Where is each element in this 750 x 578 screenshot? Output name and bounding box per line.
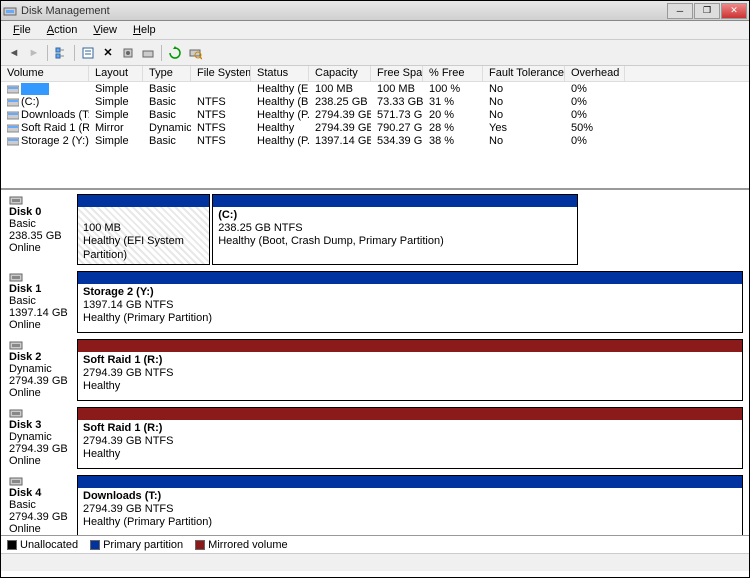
volume-row[interactable]: SimpleBasicHealthy (E...100 MB100 MB100 …	[1, 82, 749, 95]
volume-list[interactable]: Volume Layout Type File System Status Ca…	[1, 66, 749, 190]
volume-row[interactable]: Downloads (T:)SimpleBasicNTFSHealthy (P.…	[1, 108, 749, 121]
legend-primary: Primary partition	[90, 539, 183, 551]
rescan-icon[interactable]	[186, 44, 204, 62]
disk-row[interactable]: Disk 0Basic238.35 GBOnline100 MBHealthy …	[7, 192, 743, 265]
titlebar[interactable]: Disk Management ─ ❐ ✕	[1, 1, 749, 21]
disk-row[interactable]: Disk 1Basic1397.14 GBOnlineStorage 2 (Y:…	[7, 269, 743, 333]
col-ft[interactable]: Fault Tolerance	[483, 66, 565, 81]
disk-row[interactable]: Disk 4Basic2794.39 GBOnlineDownloads (T:…	[7, 473, 743, 535]
menu-file[interactable]: File	[5, 22, 39, 38]
action-icon[interactable]	[139, 44, 157, 62]
minimize-button[interactable]: ─	[667, 3, 693, 19]
legend-unallocated: Unallocated	[7, 539, 78, 551]
volume-row[interactable]: Storage 2 (Y:)SimpleBasicNTFSHealthy (P.…	[1, 134, 749, 147]
legend-mirror: Mirrored volume	[195, 539, 287, 551]
menu-help[interactable]: Help	[125, 22, 164, 38]
settings-icon[interactable]	[119, 44, 137, 62]
refresh-tree-icon[interactable]	[52, 44, 70, 62]
disk-row[interactable]: Disk 3Dynamic2794.39 GBOnlineSoft Raid 1…	[7, 405, 743, 469]
partition[interactable]: Soft Raid 1 (R:)2794.39 GB NTFSHealthy	[77, 339, 743, 401]
menu-action[interactable]: Action	[39, 22, 86, 38]
partition[interactable]: 100 MBHealthy (EFI System Partition)	[77, 194, 210, 265]
app-icon	[3, 4, 17, 18]
col-layout[interactable]: Layout	[89, 66, 143, 81]
col-capacity[interactable]: Capacity	[309, 66, 371, 81]
volume-row[interactable]: (C:)SimpleBasicNTFSHealthy (B...238.25 G…	[1, 95, 749, 108]
close-button[interactable]: ✕	[721, 3, 747, 19]
disk-label: Disk 4Basic2794.39 GBOnline	[7, 473, 77, 535]
menubar: File Action View Help	[1, 21, 749, 40]
partition[interactable]: (C:)238.25 GB NTFSHealthy (Boot, Crash D…	[212, 194, 578, 265]
col-type[interactable]: Type	[143, 66, 191, 81]
col-volume[interactable]: Volume	[1, 66, 89, 81]
back-button[interactable]: ◄	[5, 44, 23, 62]
disk-label: Disk 2Dynamic2794.39 GBOnline	[7, 337, 77, 401]
statusbar	[1, 553, 749, 571]
disk-graphical-view[interactable]: Disk 0Basic238.35 GBOnline100 MBHealthy …	[1, 190, 749, 535]
partition[interactable]: Soft Raid 1 (R:)2794.39 GB NTFSHealthy	[77, 407, 743, 469]
disk-label: Disk 1Basic1397.14 GBOnline	[7, 269, 77, 333]
window-title: Disk Management	[21, 5, 667, 17]
properties-icon[interactable]	[79, 44, 97, 62]
menu-view[interactable]: View	[85, 22, 125, 38]
col-oh[interactable]: Overhead	[565, 66, 625, 81]
disk-label: Disk 0Basic238.35 GBOnline	[7, 192, 77, 265]
disk-label: Disk 3Dynamic2794.39 GBOnline	[7, 405, 77, 469]
refresh-icon[interactable]	[166, 44, 184, 62]
legend: Unallocated Primary partition Mirrored v…	[1, 535, 749, 553]
col-fs[interactable]: File System	[191, 66, 251, 81]
forward-button[interactable]: ►	[25, 44, 43, 62]
col-free[interactable]: Free Spa...	[371, 66, 423, 81]
col-status[interactable]: Status	[251, 66, 309, 81]
volume-row[interactable]: Soft Raid 1 (R:)MirrorDynamicNTFSHealthy…	[1, 121, 749, 134]
col-pct[interactable]: % Free	[423, 66, 483, 81]
volume-header[interactable]: Volume Layout Type File System Status Ca…	[1, 66, 749, 82]
toolbar: ◄ ► ✕	[1, 40, 749, 66]
disk-row[interactable]: Disk 2Dynamic2794.39 GBOnlineSoft Raid 1…	[7, 337, 743, 401]
delete-icon[interactable]: ✕	[99, 44, 117, 62]
maximize-button[interactable]: ❐	[694, 3, 720, 19]
partition[interactable]: Storage 2 (Y:)1397.14 GB NTFSHealthy (Pr…	[77, 271, 743, 333]
partition[interactable]: Downloads (T:)2794.39 GB NTFSHealthy (Pr…	[77, 475, 743, 535]
